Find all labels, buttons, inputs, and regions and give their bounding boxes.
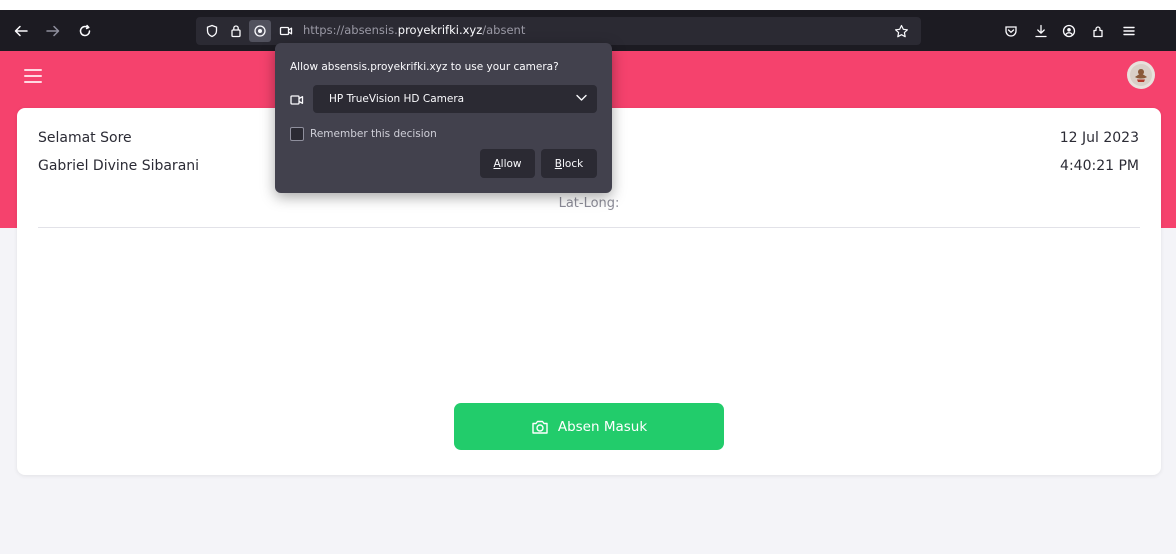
camera-select-dropdown[interactable]: HP TrueVision HD Camera	[313, 85, 597, 113]
user-name: Gabriel Divine Sibarani	[38, 158, 200, 174]
absen-masuk-label: Absen Masuk	[557, 418, 648, 435]
remember-label: Remember this decision	[310, 128, 437, 140]
camera-permission-popup: Allow absensis.proyekrifki.xyz to use yo…	[275, 43, 612, 193]
divider	[38, 227, 1140, 228]
url-path: /absent	[482, 23, 526, 37]
url-prefix: https://absensis.	[303, 23, 398, 37]
greeting-text: Selamat Sore	[38, 130, 132, 146]
lock-icon[interactable]	[225, 20, 247, 42]
current-time: 4:40:21 PM	[1060, 158, 1139, 174]
menu-icon[interactable]	[1118, 20, 1140, 42]
allow-button[interactable]: Allow	[480, 149, 535, 178]
star-icon[interactable]	[890, 20, 912, 42]
absen-masuk-button[interactable]: Absen Masuk	[454, 403, 724, 450]
location-icon[interactable]	[249, 20, 271, 42]
camera-icon	[532, 420, 548, 434]
camera-icon	[290, 93, 304, 111]
allow-label: Allow	[493, 157, 522, 170]
url-text[interactable]: https://absensis.proyekrifki.xyz/absent	[303, 23, 525, 37]
top-strip	[0, 0, 1176, 10]
url-bar[interactable]: https://absensis.proyekrifki.xyz/absent	[196, 17, 921, 45]
shield-icon[interactable]	[201, 20, 223, 42]
selected-camera: HP TrueVision HD Camera	[329, 93, 465, 105]
emblem-icon	[1130, 64, 1152, 86]
hamburger-menu-icon[interactable]	[24, 69, 42, 83]
chevron-down-icon	[576, 94, 587, 101]
block-label: Block	[554, 157, 584, 170]
current-date: 12 Jul 2023	[1059, 130, 1139, 146]
extensions-icon[interactable]	[1087, 20, 1109, 42]
url-host: proyekrifki.xyz	[397, 23, 483, 37]
remember-decision: Remember this decision	[290, 127, 437, 141]
download-icon[interactable]	[1030, 20, 1052, 42]
camera-icon[interactable]	[275, 20, 297, 42]
block-button[interactable]: Block	[541, 149, 597, 178]
permission-title: Allow absensis.proyekrifki.xyz to use yo…	[290, 61, 559, 73]
avatar[interactable]	[1127, 61, 1155, 89]
reload-icon[interactable]	[74, 20, 96, 42]
back-arrow-icon[interactable]	[10, 20, 32, 42]
pocket-icon[interactable]	[1000, 20, 1022, 42]
remember-checkbox[interactable]	[290, 127, 304, 141]
forward-arrow-icon[interactable]	[42, 20, 64, 42]
account-icon[interactable]	[1058, 20, 1080, 42]
lat-long-label: Lat-Long:	[558, 196, 620, 211]
